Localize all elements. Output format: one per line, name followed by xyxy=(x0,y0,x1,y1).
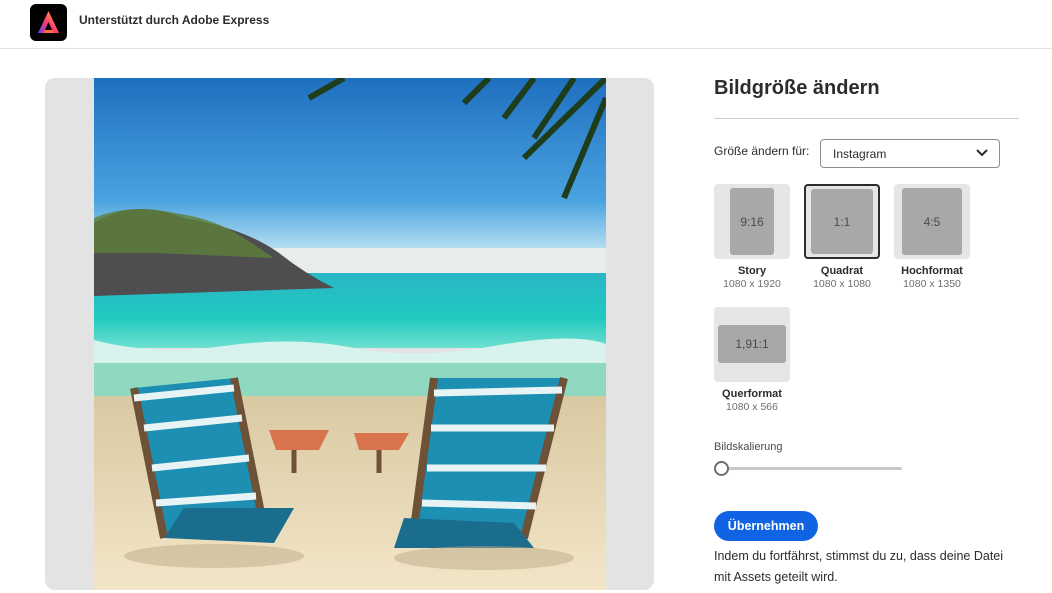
ratio-label: 9:16 xyxy=(730,188,774,255)
size-option-story[interactable]: 9:16 Story 1080 x 1920 xyxy=(714,184,790,290)
ratio-label: 4:5 xyxy=(902,188,962,255)
option-name: Story xyxy=(737,265,767,277)
size-option-portrait[interactable]: 4:5 Hochformat 1080 x 1350 xyxy=(894,184,970,290)
resize-for-value: Instagram xyxy=(833,147,887,161)
ratio-label: 1:1 xyxy=(811,189,873,254)
scale-label: Bildskalierung xyxy=(714,441,783,453)
brand-text: Unterstützt durch Adobe Express xyxy=(79,13,270,27)
resize-for-label: Größe ändern für: xyxy=(714,144,810,158)
ratio-preview: 1:1 xyxy=(804,184,880,259)
option-dimensions: 1080 x 566 xyxy=(726,401,778,413)
option-dimensions: 1080 x 1350 xyxy=(903,278,961,290)
image-preview-area xyxy=(45,78,654,590)
scale-slider-handle[interactable] xyxy=(714,461,729,476)
option-dimensions: 1080 x 1920 xyxy=(723,278,781,290)
option-dimensions: 1080 x 1080 xyxy=(813,278,871,290)
app-header: Unterstützt durch Adobe Express xyxy=(0,0,1052,49)
title-divider xyxy=(714,118,1019,119)
ratio-label: 1,91:1 xyxy=(718,325,786,363)
option-name: Quadrat xyxy=(820,265,864,277)
option-name: Hochformat xyxy=(901,265,963,277)
ratio-preview: 1,91:1 xyxy=(714,307,790,382)
apply-button[interactable]: Übernehmen xyxy=(714,511,818,541)
panel-title: Bildgröße ändern xyxy=(714,77,880,99)
resize-for-dropdown[interactable]: Instagram xyxy=(820,139,1000,168)
size-option-landscape[interactable]: 1,91:1 Querformat 1080 x 566 xyxy=(714,307,790,413)
adobe-express-logo-icon xyxy=(30,4,67,41)
option-name: Querformat xyxy=(722,388,782,400)
scale-slider-track[interactable] xyxy=(722,467,902,470)
size-option-square[interactable]: 1:1 Quadrat 1080 x 1080 xyxy=(804,184,880,290)
ratio-preview: 9:16 xyxy=(714,184,790,259)
ratio-preview: 4:5 xyxy=(894,184,970,259)
terms-notice: Indem du fortfährst, stimmst du zu, dass… xyxy=(714,549,1004,584)
beach-chairs-photo xyxy=(94,78,606,590)
chevron-down-icon xyxy=(976,149,988,157)
